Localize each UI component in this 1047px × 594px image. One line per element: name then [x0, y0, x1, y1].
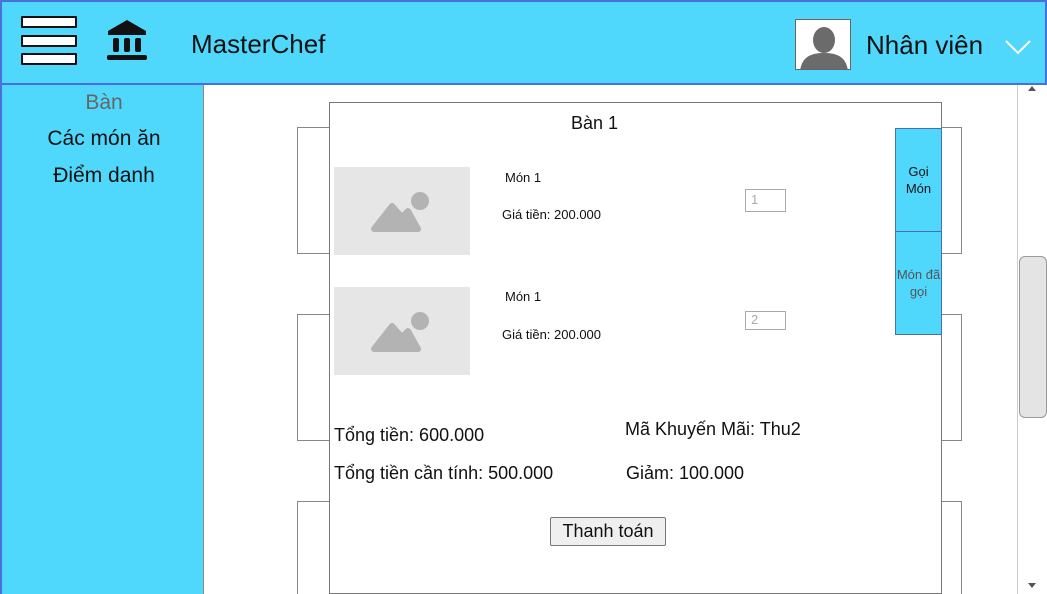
caret-down-icon[interactable]: [1004, 39, 1032, 55]
pay-button[interactable]: Thanh toán: [550, 517, 666, 546]
total-amount: Tổng tiền: 600.000: [334, 425, 485, 445]
vertical-scrollbar[interactable]: [1017, 85, 1047, 594]
quantity-field[interactable]: 2: [745, 311, 786, 330]
dish-name: Món 1: [505, 170, 542, 185]
sidebar-item-ban[interactable]: Bàn: [2, 91, 206, 115]
image-icon: [371, 312, 429, 352]
app-brand: MasterChef: [191, 29, 326, 59]
promo-code: Mã Khuyến Mãi: Thu2: [625, 419, 801, 439]
dialog-title: Bàn 1: [570, 113, 619, 133]
dish-image-placeholder: [334, 167, 470, 255]
hamburger-menu-icon[interactable]: [21, 16, 77, 66]
order-dialog: Bàn 1 Món 1 Giá tiền: 200.000 1 Món 1 Gi…: [329, 102, 942, 594]
total-payable: Tổng tiền cần tính: 500.000: [334, 463, 554, 483]
sidebar-item-attendance[interactable]: Điểm danh: [2, 164, 206, 188]
sidebar-item-dishes[interactable]: Các món ăn: [2, 127, 206, 151]
discount-amount: Giảm: 100.000: [626, 463, 745, 483]
dish-image-placeholder: [334, 287, 470, 375]
scroll-down-icon[interactable]: [1018, 582, 1047, 590]
scroll-thumb[interactable]: [1019, 256, 1047, 418]
dish-price: Giá tiền: 200.000: [502, 207, 602, 222]
app-header: MasterChef Nhân viên: [0, 0, 1047, 85]
scroll-up-icon[interactable]: [1018, 85, 1047, 93]
quantity-field[interactable]: 1: [745, 189, 786, 212]
dish-price: Giá tiền: 200.000: [502, 327, 602, 342]
dish-name: Món 1: [505, 289, 542, 304]
user-role-label[interactable]: Nhân viên: [866, 30, 983, 61]
sidebar: Bàn Các món ăn Điểm danh: [0, 85, 204, 594]
bank-icon: [107, 20, 147, 60]
tab-ordered-dishes[interactable]: Món đã gọi: [895, 231, 942, 335]
image-icon: [371, 192, 429, 232]
tab-order-dishes[interactable]: Gọi Món: [895, 128, 942, 232]
user-avatar-icon[interactable]: [795, 19, 851, 70]
